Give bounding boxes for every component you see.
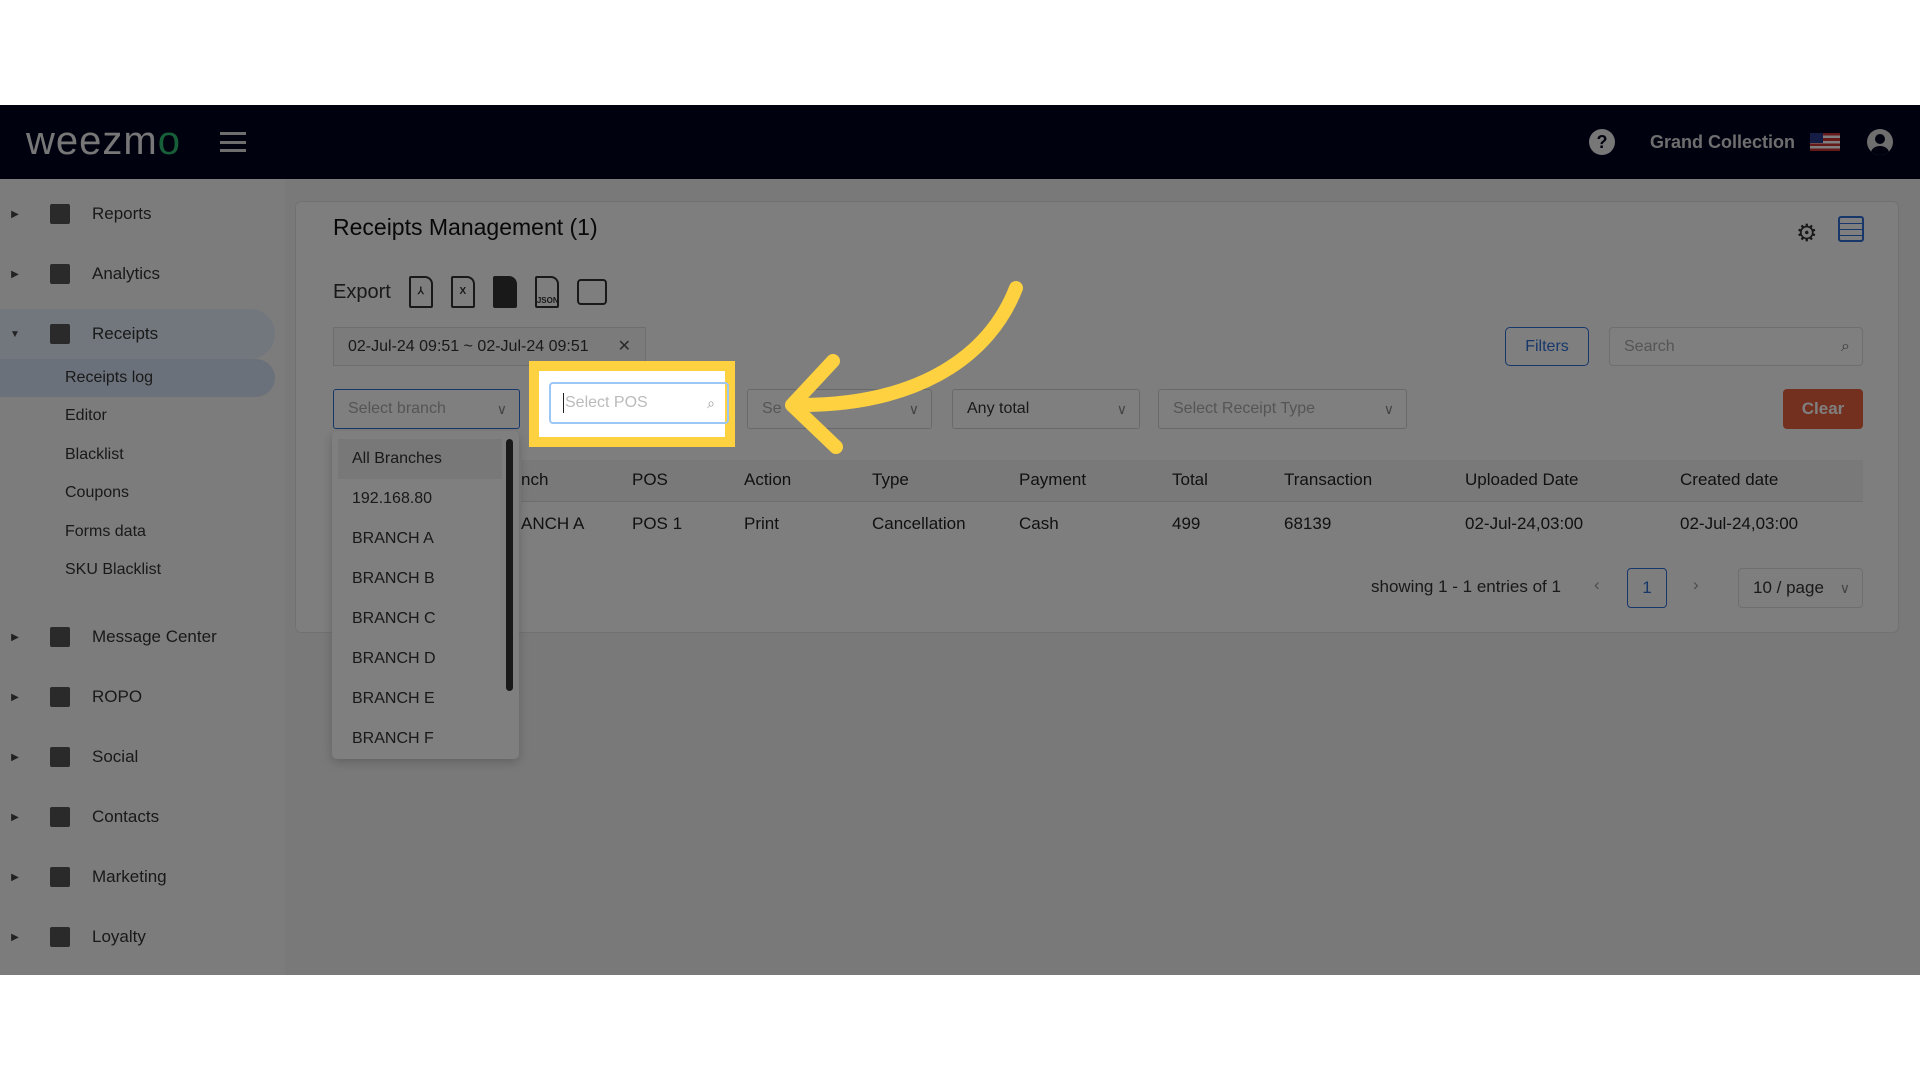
app: weezmo ? Grand Collection ▶Reports ▶Anal… <box>0 105 1920 975</box>
pointer-arrow-icon <box>785 281 1023 454</box>
